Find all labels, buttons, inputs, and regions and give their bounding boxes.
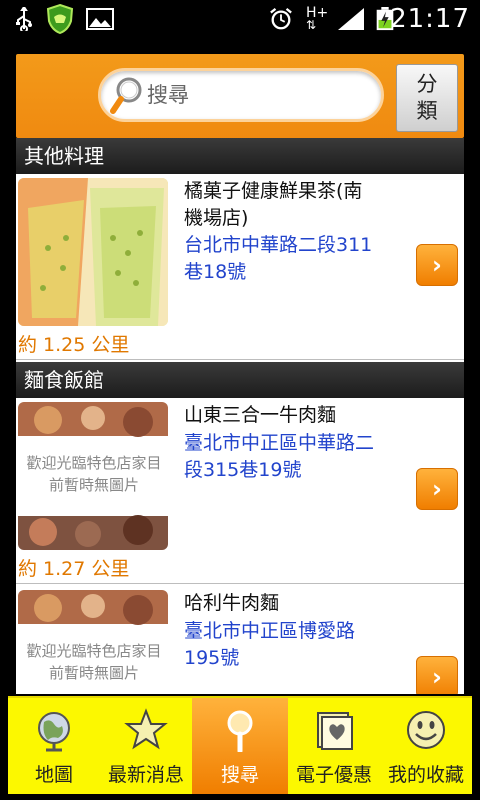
search-header: 分 類 — [16, 54, 464, 138]
store-name: 山東三合一牛肉麵 — [184, 404, 337, 426]
store-list[interactable]: 其他料理 橘菓子健康鮮果茶(南機場店) 台北市中華路二段311巷18號 約 1.… — [16, 138, 464, 694]
screen: H+ ⇅ 21:17 分 類 — [0, 0, 480, 800]
bottom-tab-bar: 地圖 最新消息 搜尋 電子優惠 我的收藏 — [8, 696, 472, 794]
details-button[interactable]: › — [416, 244, 458, 286]
search-box[interactable] — [98, 68, 384, 122]
usb-icon — [16, 7, 32, 31]
store-address[interactable]: 台北市中華路二段311巷18號 — [184, 232, 374, 286]
tab-my-favorites[interactable]: 我的收藏 — [380, 698, 472, 794]
tab-label: 我的收藏 — [387, 764, 464, 786]
details-button[interactable]: › — [416, 468, 458, 510]
app: 分 類 其他料理 — [0, 38, 480, 800]
details-button[interactable]: › — [416, 656, 458, 694]
store-name: 哈利牛肉麵 — [184, 592, 280, 614]
data-connection-icon: H+ ⇅ — [306, 5, 329, 32]
list-item[interactable]: 歡迎光臨特色店家目前暫時無圖片 山東三合一牛肉麵 臺北市中正區中華路二段315巷… — [16, 398, 464, 584]
smiley-icon — [407, 711, 445, 749]
store-distance: 約 1.25 公里 — [18, 334, 130, 356]
tab-search[interactable]: 搜尋 — [192, 698, 288, 794]
chevron-right-icon: › — [432, 475, 442, 503]
star-icon — [124, 708, 168, 750]
store-name: 橘菓子健康鮮果茶(南機場店) — [184, 180, 363, 229]
store-photo — [18, 178, 168, 326]
search-input[interactable] — [147, 79, 367, 111]
store-address[interactable]: 臺北市中正區博愛路195號 — [184, 618, 374, 672]
list-item[interactable]: 橘菓子健康鮮果茶(南機場店) 台北市中華路二段311巷18號 約 1.25 公里… — [16, 174, 464, 360]
category-button[interactable]: 分 類 — [396, 64, 458, 132]
picture-icon — [86, 8, 114, 30]
search-icon — [227, 710, 253, 752]
category-button-label-1: 分 — [416, 72, 438, 96]
section-header-noodles-rice: 麵食飯館 — [16, 362, 464, 398]
tab-label: 地圖 — [34, 764, 73, 786]
chevron-right-icon: › — [432, 251, 442, 279]
juice-drink-image — [18, 178, 168, 326]
tab-e-coupons[interactable]: 電子優惠 — [288, 698, 380, 794]
tab-map[interactable]: 地圖 — [8, 698, 100, 794]
placeholder-text: 歡迎光臨特色店家目前暫時無圖片 — [26, 454, 162, 494]
tab-label: 搜尋 — [220, 764, 259, 786]
tab-latest-news[interactable]: 最新消息 — [100, 698, 192, 794]
clock: 21:17 — [390, 4, 470, 34]
placeholder-text: 歡迎光臨特色店家目前暫時無圖片 — [26, 642, 162, 682]
store-photo-placeholder: 歡迎光臨特色店家目前暫時無圖片 — [18, 402, 168, 550]
magnifier-icon — [110, 77, 142, 114]
status-bar: H+ ⇅ 21:17 — [0, 0, 480, 38]
globe-icon — [38, 712, 70, 752]
store-address[interactable]: 臺北市中正區中華路二段315巷19號 — [184, 430, 374, 484]
store-distance: 約 1.27 公里 — [18, 558, 130, 580]
tab-label: 最新消息 — [107, 764, 184, 786]
section-header-other-cuisine: 其他料理 — [16, 138, 464, 174]
list-item[interactable]: 歡迎光臨特色店家目前暫時無圖片 哈利牛肉麵 臺北市中正區博愛路195號 › — [16, 586, 464, 694]
signal-icon — [338, 8, 364, 30]
category-button-label-2: 類 — [416, 99, 438, 123]
shield-icon — [46, 3, 74, 35]
tab-label: 電子優惠 — [295, 764, 372, 786]
alarm-icon — [270, 7, 292, 30]
coupon-icon — [317, 712, 353, 750]
store-photo-placeholder: 歡迎光臨特色店家目前暫時無圖片 — [18, 590, 168, 694]
chevron-right-icon: › — [432, 663, 442, 691]
